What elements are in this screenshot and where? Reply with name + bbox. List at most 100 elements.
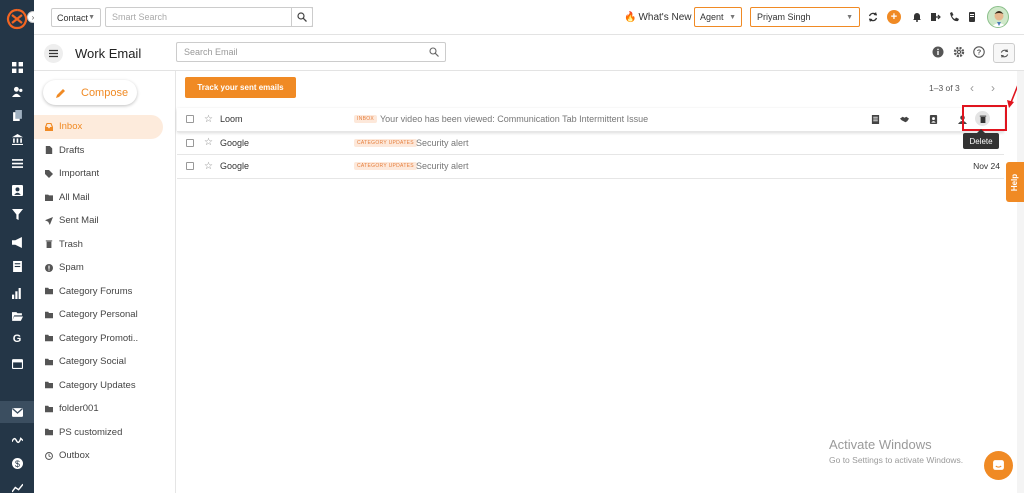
trend-icon[interactable] <box>0 476 34 493</box>
folder-icon <box>45 311 53 319</box>
folder-label: Category Personal <box>59 309 138 321</box>
star-icon[interactable]: ☆ <box>204 137 213 148</box>
handshake-icon[interactable] <box>890 112 919 128</box>
folder-label: Category Updates <box>59 379 136 391</box>
refresh-button[interactable] <box>993 43 1015 63</box>
folder-all-mail[interactable]: All Mail <box>34 186 176 210</box>
contacts-icon[interactable] <box>0 80 34 102</box>
contact-card-icon[interactable] <box>0 179 34 201</box>
folder-label: Category Forums <box>59 285 133 297</box>
signature-icon[interactable] <box>0 428 34 450</box>
pagination-label: 1–3 of 3 <box>929 83 960 93</box>
folder-category-personal[interactable]: Category Personal <box>34 303 176 327</box>
track-sent-emails-button[interactable]: Track your sent emails <box>185 77 296 98</box>
email-subject: Your video has been viewed: Communicatio… <box>380 114 649 125</box>
flame-icon: 🔥 <box>624 12 637 23</box>
folder-spam[interactable]: Spam <box>34 256 176 280</box>
tag-icon <box>45 169 53 178</box>
email-row[interactable]: ☆ Loom INBOX Your video has been viewed:… <box>177 108 1004 132</box>
bar-chart-icon[interactable] <box>0 282 34 304</box>
compose-label: Compose <box>81 86 129 99</box>
google-icon[interactable]: G <box>0 328 34 350</box>
contact-card-icon[interactable] <box>919 112 948 128</box>
folder-category-updates[interactable]: Category Updates <box>34 374 176 398</box>
email-row[interactable]: ☆ Google CATEGORY UPDATES Security alert… <box>177 155 1004 179</box>
compose-button[interactable]: Compose <box>43 80 137 105</box>
gear-icon[interactable] <box>953 46 965 58</box>
folder-inbox[interactable]: Inbox <box>34 115 163 139</box>
help-icon[interactable]: ? <box>973 46 985 58</box>
delete-tooltip: Delete <box>963 129 999 149</box>
send-icon <box>45 216 53 225</box>
folder-outbox[interactable]: Outbox <box>34 444 176 468</box>
row-checkbox[interactable] <box>186 115 194 124</box>
bell-icon[interactable] <box>911 11 923 23</box>
chevron-down-icon: ▼ <box>846 13 853 21</box>
folder-icon <box>45 358 53 366</box>
filter-icon[interactable] <box>0 203 34 225</box>
row-actions <box>861 108 977 132</box>
folder-sidebar: Compose Inbox Drafts Important All Mail … <box>34 71 176 493</box>
chevron-right-icon[interactable]: › <box>991 81 995 95</box>
user-select[interactable]: Priyam Singh ▼ <box>750 7 860 27</box>
notes-icon[interactable] <box>0 255 34 277</box>
logout-icon[interactable] <box>930 11 942 23</box>
star-icon[interactable]: ☆ <box>204 114 213 125</box>
email-list-panel: Track your sent emails 1–3 of 3 ‹ › ☆ Lo… <box>177 71 1024 493</box>
top-bar: Contact ▼ 🔥 What's New Agent ▼ Priyam Si… <box>34 0 1024 35</box>
add-icon[interactable]: + <box>887 10 901 24</box>
smart-search <box>105 7 313 27</box>
delete-button[interactable] <box>975 111 990 126</box>
phone-icon[interactable] <box>948 11 960 23</box>
agent-status-select[interactable]: Agent ▼ <box>694 7 742 27</box>
sync-icon[interactable] <box>867 11 879 23</box>
smart-search-button[interactable] <box>291 7 313 27</box>
search-icon[interactable] <box>429 47 439 57</box>
folder-important[interactable]: Important <box>34 162 176 186</box>
email-rows: ☆ Loom INBOX Your video has been viewed:… <box>177 108 1004 179</box>
folder-drafts[interactable]: Drafts <box>34 139 176 163</box>
star-icon[interactable]: ☆ <box>204 161 213 172</box>
menu-button[interactable] <box>44 44 63 63</box>
email-row[interactable]: ☆ Google CATEGORY UPDATES Security alert <box>177 132 1004 155</box>
email-search-input[interactable] <box>177 43 417 61</box>
notes-icon[interactable] <box>861 112 890 128</box>
avatar[interactable] <box>987 6 1009 28</box>
folder-open-icon[interactable] <box>0 305 34 327</box>
folder-category-promotions[interactable]: Category Promoti.. <box>34 327 176 351</box>
scrollbar[interactable] <box>1017 71 1024 493</box>
email-search <box>176 42 446 62</box>
email-icon[interactable] <box>0 401 34 423</box>
help-tab[interactable]: Help <box>1006 162 1024 202</box>
info-icon[interactable] <box>932 46 944 58</box>
folder-category-forums[interactable]: Category Forums <box>34 280 176 304</box>
list-icon[interactable] <box>0 152 34 174</box>
delete-highlight-box <box>962 105 1007 131</box>
folder-label: Category Social <box>59 356 127 368</box>
dashboard-icon[interactable] <box>0 56 34 78</box>
whats-new-link[interactable]: 🔥 What's New <box>624 12 692 23</box>
folder-category-social[interactable]: Category Social <box>34 350 176 374</box>
folder-ps-customized[interactable]: PS customized <box>34 421 176 445</box>
folder-label: PS customized <box>59 426 123 438</box>
row-checkbox[interactable] <box>186 162 194 171</box>
megaphone-icon[interactable] <box>0 231 34 253</box>
pencil-icon <box>56 88 65 98</box>
calendar-icon[interactable] <box>0 352 34 374</box>
search-icon <box>297 12 307 22</box>
folder-sent-mail[interactable]: Sent Mail <box>34 209 176 233</box>
chevron-left-icon[interactable]: ‹ <box>970 81 974 95</box>
row-checkbox[interactable] <box>186 138 194 147</box>
bank-icon[interactable] <box>0 128 34 150</box>
whats-new-label: What's New <box>638 12 692 23</box>
help-label: Help <box>1010 173 1020 191</box>
folder-trash[interactable]: Trash <box>34 233 176 257</box>
contact-type-select[interactable]: Contact ▼ <box>51 8 101 27</box>
chat-launcher-button[interactable] <box>984 451 1013 480</box>
notes-icon[interactable] <box>966 11 978 23</box>
dollar-icon[interactable]: $ <box>0 452 34 474</box>
all-mail-icon <box>45 193 53 202</box>
documents-icon[interactable] <box>0 104 34 126</box>
smart-search-input[interactable] <box>106 8 286 26</box>
folder-folder001[interactable]: folder001 <box>34 397 176 421</box>
